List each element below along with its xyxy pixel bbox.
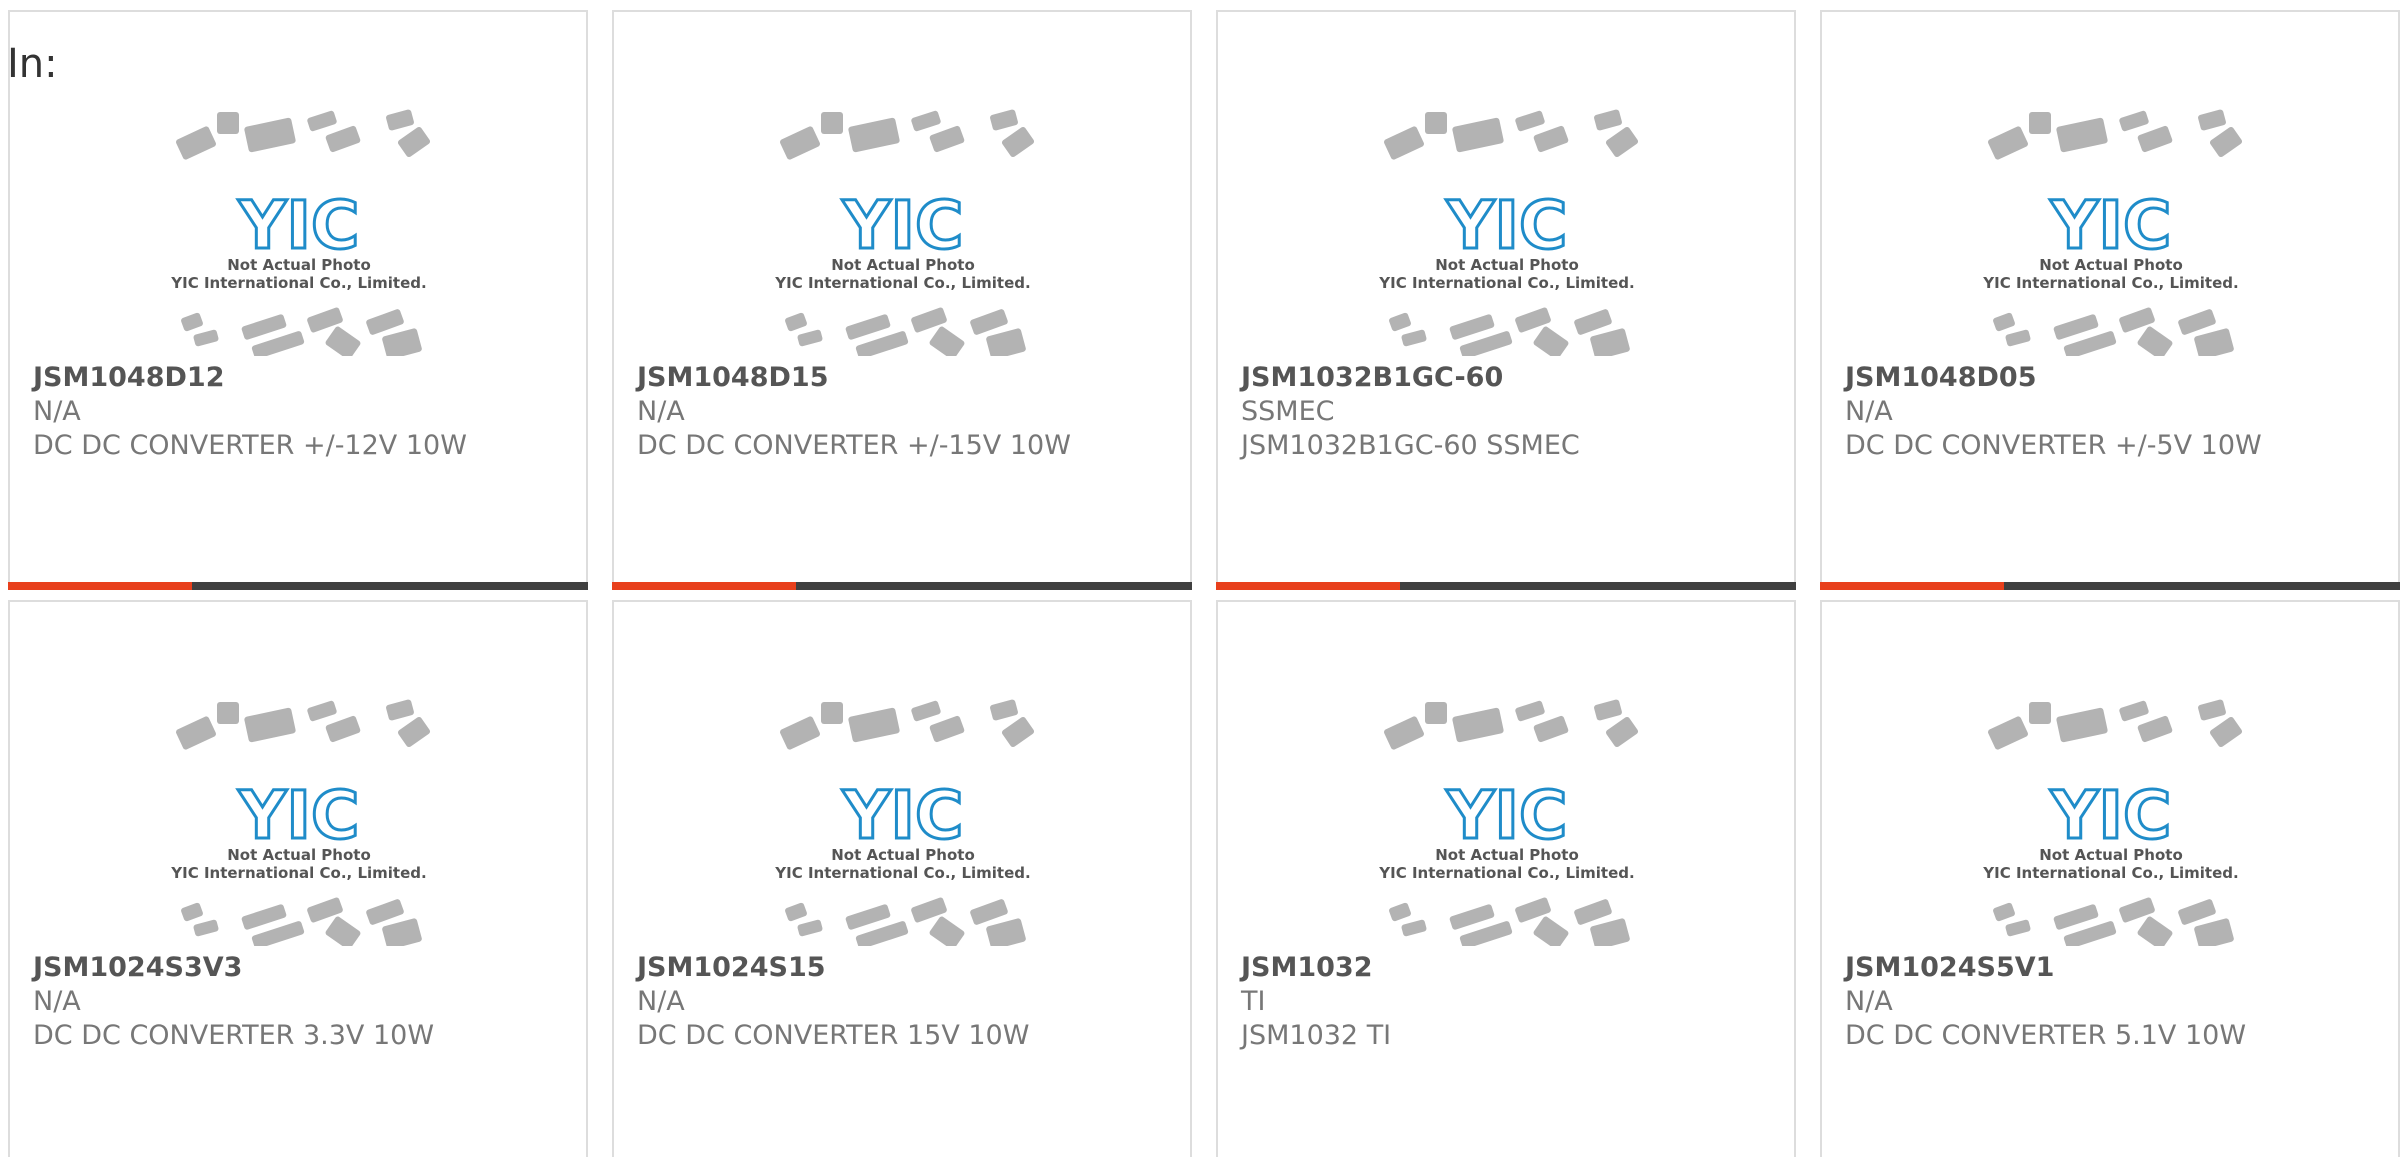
product-info: JSM1032B1GC-60 SSMEC JSM1032B1GC-60 SSME… [1241,361,1774,463]
placeholder-photo: YICNot Actual PhotoYIC International Co.… [170,109,431,356]
product-info: JSM1024S15 N/A DC DC CONVERTER 15V 10W [637,951,1170,1053]
product-info: JSM1048D15 N/A DC DC CONVERTER +/-15V 10… [637,361,1170,463]
product-part-number[interactable]: JSM1048D12 [33,361,566,395]
product-part-number[interactable]: JSM1032B1GC-60 [1241,361,1774,395]
company-name-text: YIC International Co., Limited. [1378,274,1634,292]
product-card[interactable]: YIC Not Actual Photo YIC International Co.… [612,600,1192,1157]
placeholder-photo: YICNot Actual PhotoYIC International Co.… [170,699,431,946]
company-name-text: YIC International Co., Limited. [1378,864,1634,882]
product-info: JSM1032 TI JSM1032 TI [1241,951,1774,1053]
product-manufacturer: N/A [1845,986,1893,1017]
product-card[interactable]: YIC Not Actual Photo YIC International Co.… [8,600,588,1157]
not-actual-photo-text: Not Actual Photo [1435,256,1579,274]
in-label: In: [7,41,58,87]
product-description: DC DC CONVERTER +/-15V 10W [637,430,1071,461]
not-actual-photo-text: Not Actual Photo [831,256,975,274]
placeholder-photo: YICNot Actual PhotoYIC International Co.… [1378,699,1639,946]
yic-logo: YIC [1446,187,1568,264]
product-part-number[interactable]: JSM1024S15 [637,951,1170,985]
product-card[interactable]: YIC Not Actual Photo YIC International Co.… [1820,10,2400,590]
company-name-text: YIC International Co., Limited. [170,864,426,882]
product-card[interactable]: YIC Not Actual Photo YIC International Co.… [1216,10,1796,590]
card-bottom-bar [8,582,588,590]
product-grid-page: In: YIC Not Actual Photo YIC International… [0,0,2400,1157]
product-description: DC DC CONVERTER 5.1V 10W [1845,1020,2247,1051]
company-name-text: YIC International Co., Limited. [170,274,426,292]
yic-logo: YIC [2050,187,2172,264]
company-name-text: YIC International Co., Limited. [774,274,1030,292]
company-name-text: YIC International Co., Limited. [774,864,1030,882]
product-card[interactable]: YIC Not Actual Photo YIC International Co.… [612,10,1192,590]
card-bottom-bar [1216,582,1796,590]
product-info: JSM1024S3V3 N/A DC DC CONVERTER 3.3V 10W [33,951,566,1053]
product-manufacturer: N/A [33,986,81,1017]
not-actual-photo-text: Not Actual Photo [227,256,371,274]
product-description: DC DC CONVERTER 15V 10W [637,1020,1030,1051]
not-actual-photo-text: Not Actual Photo [2039,256,2183,274]
product-info: JSM1048D05 N/A DC DC CONVERTER +/-5V 10W [1845,361,2378,463]
product-part-number[interactable]: JSM1048D15 [637,361,1170,395]
product-manufacturer: N/A [1845,396,1893,427]
product-card[interactable]: YIC Not Actual Photo YIC International Co.… [1820,600,2400,1157]
placeholder-photo: YICNot Actual PhotoYIC International Co.… [1378,109,1639,356]
product-description: DC DC CONVERTER +/-5V 10W [1845,430,2262,461]
yic-logo: YIC [1446,777,1568,854]
product-description: JSM1032B1GC-60 SSMEC [1241,430,1580,461]
placeholder-photo: YICNot Actual PhotoYIC International Co.… [1982,109,2243,356]
product-part-number[interactable]: JSM1024S5V1 [1845,951,2378,985]
not-actual-photo-text: Not Actual Photo [227,846,371,864]
yic-logo: YIC [842,187,964,264]
yic-logo: YIC [2050,777,2172,854]
yic-logo: YIC [842,777,964,854]
product-part-number[interactable]: JSM1024S3V3 [33,951,566,985]
product-info: JSM1048D12 N/A DC DC CONVERTER +/-12V 10… [33,361,566,463]
card-bottom-bar [612,582,1192,590]
product-description: DC DC CONVERTER +/-12V 10W [33,430,467,461]
card-bottom-bar [1820,582,2400,590]
product-card[interactable]: YIC Not Actual Photo YIC International Co.… [1216,600,1796,1157]
product-part-number[interactable]: JSM1048D05 [1845,361,2378,395]
placeholder-photo: YICNot Actual PhotoYIC International Co.… [774,699,1035,946]
product-description: JSM1032 TI [1241,1020,1392,1051]
not-actual-photo-text: Not Actual Photo [831,846,975,864]
company-name-text: YIC International Co., Limited. [1982,274,2238,292]
product-manufacturer: SSMEC [1241,396,1335,427]
not-actual-photo-text: Not Actual Photo [1435,846,1579,864]
yic-logo: YIC [238,777,360,854]
product-manufacturer: TI [1241,986,1266,1017]
not-actual-photo-text: Not Actual Photo [2039,846,2183,864]
product-manufacturer: N/A [637,986,685,1017]
product-part-number[interactable]: JSM1032 [1241,951,1774,985]
product-manufacturer: N/A [33,396,81,427]
product-manufacturer: N/A [637,396,685,427]
product-card[interactable]: YIC Not Actual Photo YIC International Co.… [8,10,588,590]
placeholder-photo: YICNot Actual PhotoYIC International Co.… [1982,699,2243,946]
product-description: DC DC CONVERTER 3.3V 10W [33,1020,435,1051]
yic-logo: YIC [238,187,360,264]
placeholder-photo: YICNot Actual PhotoYIC International Co.… [774,109,1035,356]
product-info: JSM1024S5V1 N/A DC DC CONVERTER 5.1V 10W [1845,951,2378,1053]
company-name-text: YIC International Co., Limited. [1982,864,2238,882]
